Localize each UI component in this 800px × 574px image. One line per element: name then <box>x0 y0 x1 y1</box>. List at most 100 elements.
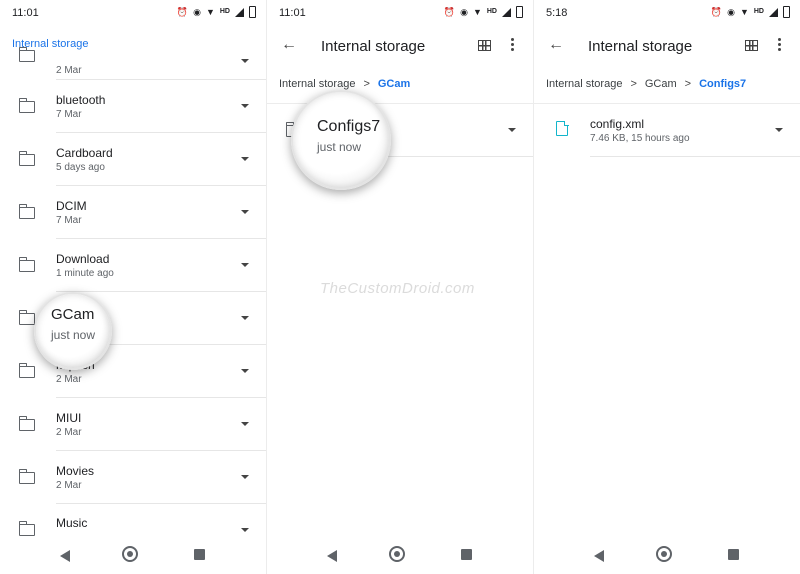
chevron-down-icon[interactable] <box>241 475 249 479</box>
screen-internal-storage-list: 11:01 ⏰ ◉ ▼ HD Internal storage 2 Mar bl… <box>0 0 266 574</box>
chevron-down-icon[interactable] <box>241 157 249 161</box>
breadcrumb-item[interactable]: GCam <box>645 78 677 90</box>
chevron-down-icon[interactable] <box>241 369 249 373</box>
app-title: Internal storage <box>321 38 426 55</box>
item-date: 1 minute ago <box>56 268 114 279</box>
item-date: 2 Mar <box>56 65 82 76</box>
hd-icon: HD <box>219 8 230 15</box>
item-date: 2 Mar <box>56 427 82 438</box>
item-name: Music <box>56 516 88 530</box>
battery-icon <box>516 6 523 18</box>
battery-icon <box>249 6 256 18</box>
app-title: Internal storage <box>588 38 693 55</box>
nav-bar <box>534 538 800 574</box>
signal-icon <box>502 7 511 17</box>
list-item[interactable]: Cardboard 5 days ago <box>0 133 266 186</box>
more-vert-icon[interactable] <box>505 36 519 54</box>
watermark: TheCustomDroid.com <box>320 280 475 297</box>
folder-icon <box>18 310 35 325</box>
nav-bar <box>267 538 533 574</box>
magnified-sub: just now <box>317 140 362 154</box>
item-date: 2 Mar <box>56 480 82 491</box>
item-name: MIUI <box>56 411 82 425</box>
nav-recents-icon[interactable] <box>461 549 472 560</box>
item-name: config.xml <box>590 117 645 131</box>
breadcrumb: Internal storage > GCam > Configs7 <box>546 78 746 90</box>
item-name: Cardboard <box>56 146 113 160</box>
list-item[interactable]: DCIM 7 Mar <box>0 186 266 239</box>
file-list: config.xml 7.46 KB, 15 hours ago <box>534 104 800 157</box>
chevron-down-icon[interactable] <box>241 210 249 214</box>
nav-home-icon[interactable] <box>656 546 672 562</box>
item-date: 7 Mar <box>56 109 82 120</box>
hd-icon: HD <box>753 8 764 15</box>
signal-icon <box>769 7 778 17</box>
folder-list: 2 Mar bluetooth 7 Mar Cardboard 5 days a… <box>0 44 266 536</box>
divider <box>590 156 800 157</box>
eye-icon: ◉ <box>193 7 201 17</box>
app-bar: ← Internal storage <box>267 26 533 68</box>
item-date: 2 Mar <box>56 374 82 385</box>
list-item[interactable]: Download 1 minute ago <box>0 239 266 292</box>
chevron-down-icon[interactable] <box>508 128 516 132</box>
item-name: Movies <box>56 464 95 478</box>
signal-icon <box>235 7 244 17</box>
breadcrumb-item-current[interactable]: GCam <box>378 78 410 90</box>
list-item[interactable]: MIUI 2 Mar <box>0 398 266 451</box>
nav-back-icon[interactable] <box>594 550 604 562</box>
folder-icon <box>18 98 35 113</box>
status-bar: 11:01 ⏰ ◉ ▼ HD <box>0 0 266 26</box>
wifi-icon: ▼ <box>205 7 215 17</box>
grid-view-icon[interactable] <box>745 40 758 51</box>
breadcrumb-item[interactable]: Internal storage <box>546 78 622 90</box>
breadcrumb-item-current[interactable]: Configs7 <box>699 78 746 90</box>
chevron-down-icon[interactable] <box>241 316 249 320</box>
grid-view-icon[interactable] <box>478 40 491 51</box>
chevron-down-icon[interactable] <box>241 104 249 108</box>
chevron-down-icon[interactable] <box>241 59 249 63</box>
nav-recents-icon[interactable] <box>194 549 205 560</box>
item-name: Download <box>56 252 110 266</box>
alarm-icon: ⏰ <box>443 7 456 17</box>
arrow-left-icon[interactable]: ← <box>548 36 564 54</box>
alarm-icon: ⏰ <box>710 7 723 17</box>
list-item[interactable]: bluetooth 7 Mar <box>0 80 266 133</box>
chevron-right-icon: > <box>630 78 637 90</box>
folder-icon <box>18 363 35 378</box>
folder-icon <box>18 416 35 431</box>
folder-icon <box>18 47 35 62</box>
folder-icon <box>18 257 35 272</box>
list-item[interactable]: Music <box>0 504 266 536</box>
breadcrumb-item[interactable]: Internal storage <box>279 78 355 90</box>
chevron-right-icon: > <box>684 78 692 90</box>
item-meta: 7.46 KB, 15 hours ago <box>590 133 690 144</box>
hd-icon: HD <box>486 8 497 15</box>
chevron-down-icon[interactable] <box>241 528 249 532</box>
magnifier-gcam: GCam just now <box>34 292 112 370</box>
item-name: bluetooth <box>56 93 106 107</box>
list-item-config-xml[interactable]: config.xml 7.46 KB, 15 hours ago <box>534 104 800 157</box>
alarm-icon: ⏰ <box>176 7 189 17</box>
status-time: 11:01 <box>12 7 39 19</box>
more-vert-icon[interactable] <box>772 36 786 54</box>
chevron-down-icon[interactable] <box>241 422 249 426</box>
battery-icon <box>783 6 790 18</box>
wifi-icon: ▼ <box>472 7 482 17</box>
arrow-left-icon[interactable]: ← <box>281 36 297 54</box>
nav-back-icon[interactable] <box>60 550 70 562</box>
list-item[interactable]: Movies 2 Mar <box>0 451 266 504</box>
nav-home-icon[interactable] <box>122 546 138 562</box>
magnified-sub: just now <box>51 328 96 342</box>
nav-home-icon[interactable] <box>389 546 405 562</box>
chevron-down-icon[interactable] <box>241 263 249 267</box>
magnified-name: Configs7 <box>317 118 381 135</box>
nav-recents-icon[interactable] <box>728 549 739 560</box>
list-item[interactable]: 2 Mar <box>0 44 266 80</box>
chevron-down-icon[interactable] <box>775 128 783 132</box>
nav-back-icon[interactable] <box>327 550 337 562</box>
file-icon <box>556 120 569 136</box>
item-name: DCIM <box>56 199 87 213</box>
item-date: 5 days ago <box>56 162 105 173</box>
chevron-right-icon: > <box>363 78 370 90</box>
folder-icon <box>18 204 35 219</box>
